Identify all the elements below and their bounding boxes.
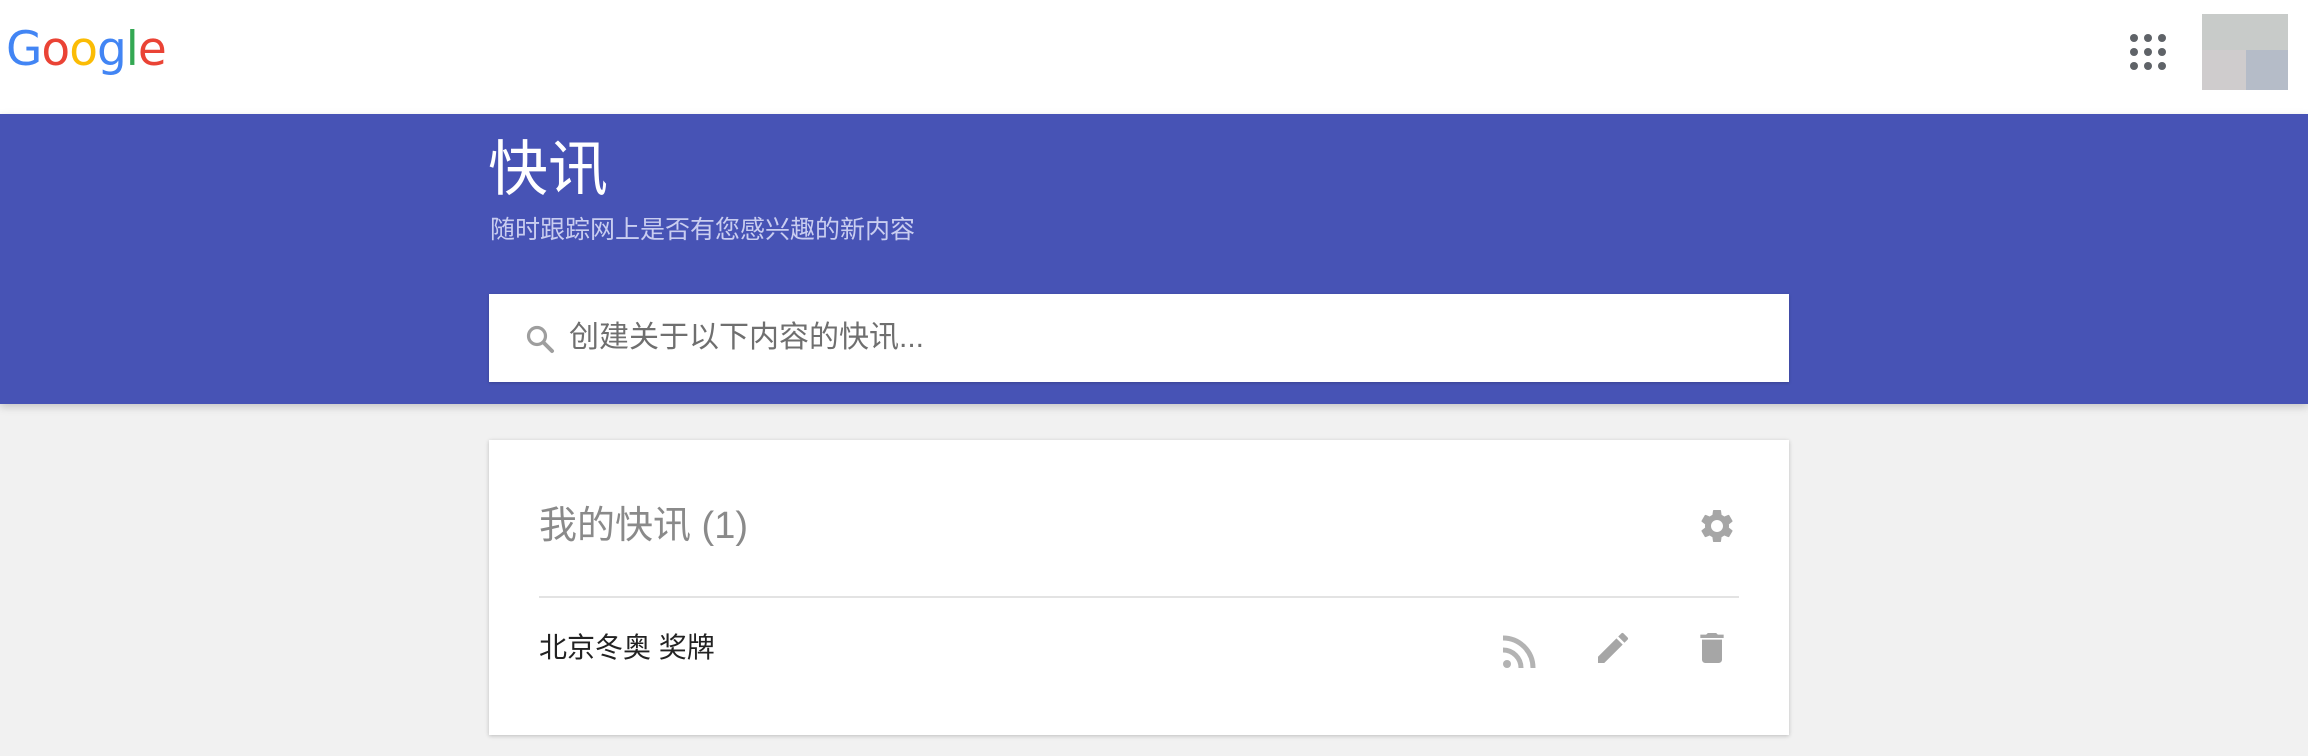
logo-letter: e [137,22,167,77]
logo-letter: o [69,22,98,77]
avatar-tile [2202,50,2246,90]
alert-query[interactable]: 北京冬奥 奖牌 [539,628,715,668]
alert-list-item: 北京冬奥 奖牌 [539,600,1739,700]
search-box[interactable] [489,294,1789,382]
my-alerts-card: 我的快讯 (1) 北京冬奥 奖牌 [489,440,1789,735]
avatar-tile [2246,50,2288,90]
search-icon [525,324,555,354]
pencil-icon[interactable] [1593,628,1633,668]
page-subtitle: 随时跟踪网上是否有您感兴趣的新内容 [490,216,916,244]
account-avatar[interactable] [2202,14,2288,90]
logo-letter: G [6,22,42,77]
apps-grid-icon[interactable] [2128,32,2168,72]
logo-letter: l [125,22,139,77]
logo-letter: g [96,22,127,77]
alerts-header: 快讯 随时跟踪网上是否有您感兴趣的新内容 [0,114,2308,404]
avatar-tile [2202,14,2288,50]
logo-letter: o [41,22,70,77]
top-bar: Google [0,0,2308,114]
trash-icon[interactable] [1692,628,1732,668]
search-input[interactable] [569,294,1759,382]
page-title: 快讯 [488,136,608,203]
gear-icon[interactable] [1697,506,1737,546]
my-alerts-title: 我的快讯 (1) [539,505,749,547]
divider [539,596,1739,598]
google-logo[interactable]: Google [6,22,167,78]
rss-icon[interactable] [1499,632,1539,672]
